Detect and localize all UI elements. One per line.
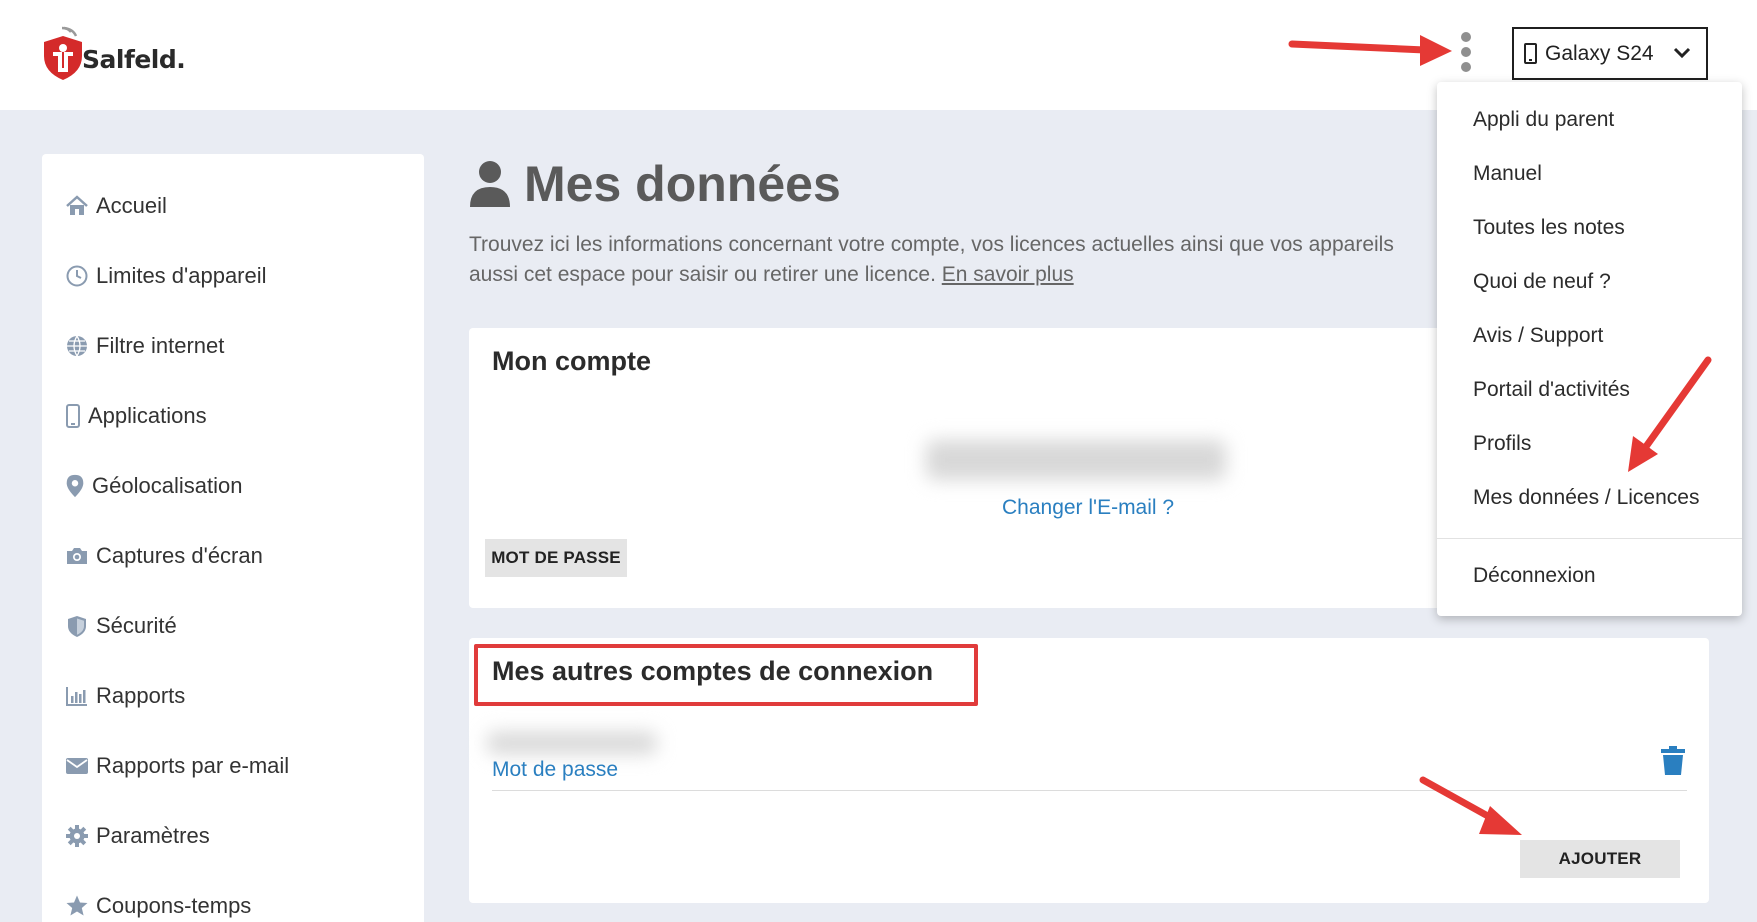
change-email-link[interactable]: Changer l'E-mail ? bbox=[1002, 496, 1174, 520]
star-icon bbox=[64, 893, 90, 919]
sidebar-item-label: Sécurité bbox=[96, 613, 177, 638]
sidebar-item-filtre[interactable]: Filtre internet bbox=[64, 330, 224, 362]
menu-item-deconnexion[interactable]: Déconnexion bbox=[1473, 564, 1596, 588]
learn-more-link[interactable]: En savoir plus bbox=[942, 263, 1074, 286]
sidebar-item-applications[interactable]: Applications bbox=[64, 400, 207, 432]
intro-line-2: aussi cet espace pour saisir ou retirer … bbox=[469, 263, 936, 286]
menu-item-appli-parent[interactable]: Appli du parent bbox=[1473, 108, 1614, 132]
sidebar-item-label: Captures d'écran bbox=[96, 543, 263, 568]
sidebar-item-label: Rapports par e-mail bbox=[96, 753, 290, 778]
menu-item-manuel[interactable]: Manuel bbox=[1473, 162, 1542, 186]
sidebar-item-label: Paramètres bbox=[96, 823, 210, 848]
sidebar-item-label: Filtre internet bbox=[96, 333, 225, 358]
sidebar-item-label: Rapports bbox=[96, 683, 186, 708]
sidebar-item-label: Applications bbox=[88, 403, 207, 428]
home-icon bbox=[64, 193, 90, 219]
sidebar-item-accueil[interactable]: Accueil bbox=[64, 190, 167, 222]
trash-icon[interactable] bbox=[1660, 746, 1686, 776]
sidebar-item-rapports-email[interactable]: Rapports par e-mail bbox=[64, 750, 289, 782]
email-address-blurred bbox=[926, 440, 1226, 480]
device-selector-value: Galaxy S24 bbox=[1545, 41, 1654, 65]
mobile-icon bbox=[64, 403, 82, 429]
map-pin-icon bbox=[64, 473, 86, 499]
sidebar-item-label: Limites d'appareil bbox=[96, 263, 267, 288]
menu-item-toutes-notes[interactable]: Toutes les notes bbox=[1473, 216, 1625, 240]
menu-item-quoi-de-neuf[interactable]: Quoi de neuf ? bbox=[1473, 270, 1611, 294]
chevron-down-icon bbox=[1673, 47, 1691, 59]
menu-divider bbox=[1437, 538, 1742, 539]
brand-name: Salfeld. bbox=[82, 44, 186, 74]
login-account-blurred bbox=[487, 732, 657, 754]
camera-icon bbox=[64, 543, 90, 569]
login-password-link[interactable]: Mot de passe bbox=[492, 758, 618, 782]
intro-line-1: Trouvez ici les informations concernant … bbox=[469, 233, 1394, 256]
more-options-kebab-icon[interactable] bbox=[1458, 32, 1474, 74]
salfeld-logo-icon bbox=[44, 26, 82, 80]
account-card-title: Mon compte bbox=[492, 346, 651, 376]
sidebar-item-geolocalisation[interactable]: Géolocalisation bbox=[64, 470, 242, 502]
clock-icon bbox=[64, 263, 90, 289]
salfeld-logo[interactable]: Salfeld. bbox=[40, 26, 200, 82]
sidebar-item-captures[interactable]: Captures d'écran bbox=[64, 540, 263, 572]
password-button[interactable]: MOT DE PASSE bbox=[485, 539, 627, 577]
device-selector[interactable]: Galaxy S24 bbox=[1512, 27, 1708, 80]
sidebar-item-coupons[interactable]: Coupons-temps bbox=[64, 890, 251, 922]
shield-icon bbox=[64, 613, 90, 639]
annotation-highlight-box bbox=[474, 644, 978, 706]
sidebar-item-label: Accueil bbox=[96, 193, 167, 218]
sidebar-item-limites[interactable]: Limites d'appareil bbox=[64, 260, 267, 292]
add-button[interactable]: AJOUTER bbox=[1520, 840, 1680, 878]
smartphone-icon bbox=[1524, 43, 1537, 64]
row-divider bbox=[492, 790, 1687, 791]
bar-chart-icon bbox=[64, 683, 90, 709]
sidebar-item-rapports[interactable]: Rapports bbox=[64, 680, 185, 712]
sidebar-nav: Accueil Limites d'appareil Filtre intern… bbox=[42, 154, 424, 922]
sidebar-item-label: Coupons-temps bbox=[96, 893, 252, 918]
envelope-icon bbox=[64, 753, 90, 779]
page-title-area: Mes données bbox=[468, 155, 841, 213]
globe-icon bbox=[64, 333, 90, 359]
menu-item-portail-activites[interactable]: Portail d'activités bbox=[1473, 378, 1630, 402]
user-icon bbox=[470, 161, 510, 207]
sidebar-item-parametres[interactable]: Paramètres bbox=[64, 820, 210, 852]
menu-item-avis-support[interactable]: Avis / Support bbox=[1473, 324, 1603, 348]
intro-text: Trouvez ici les informations concernant … bbox=[469, 230, 1449, 290]
sidebar-item-securite[interactable]: Sécurité bbox=[64, 610, 177, 642]
menu-item-mes-donnees-licences[interactable]: Mes données / Licences bbox=[1473, 486, 1699, 510]
more-options-menu: Appli du parent Manuel Toutes les notes … bbox=[1437, 82, 1742, 616]
page-title: Mes données bbox=[524, 156, 841, 212]
sidebar-item-label: Géolocalisation bbox=[92, 473, 243, 498]
gear-icon bbox=[64, 823, 90, 849]
menu-item-profils[interactable]: Profils bbox=[1473, 432, 1531, 456]
